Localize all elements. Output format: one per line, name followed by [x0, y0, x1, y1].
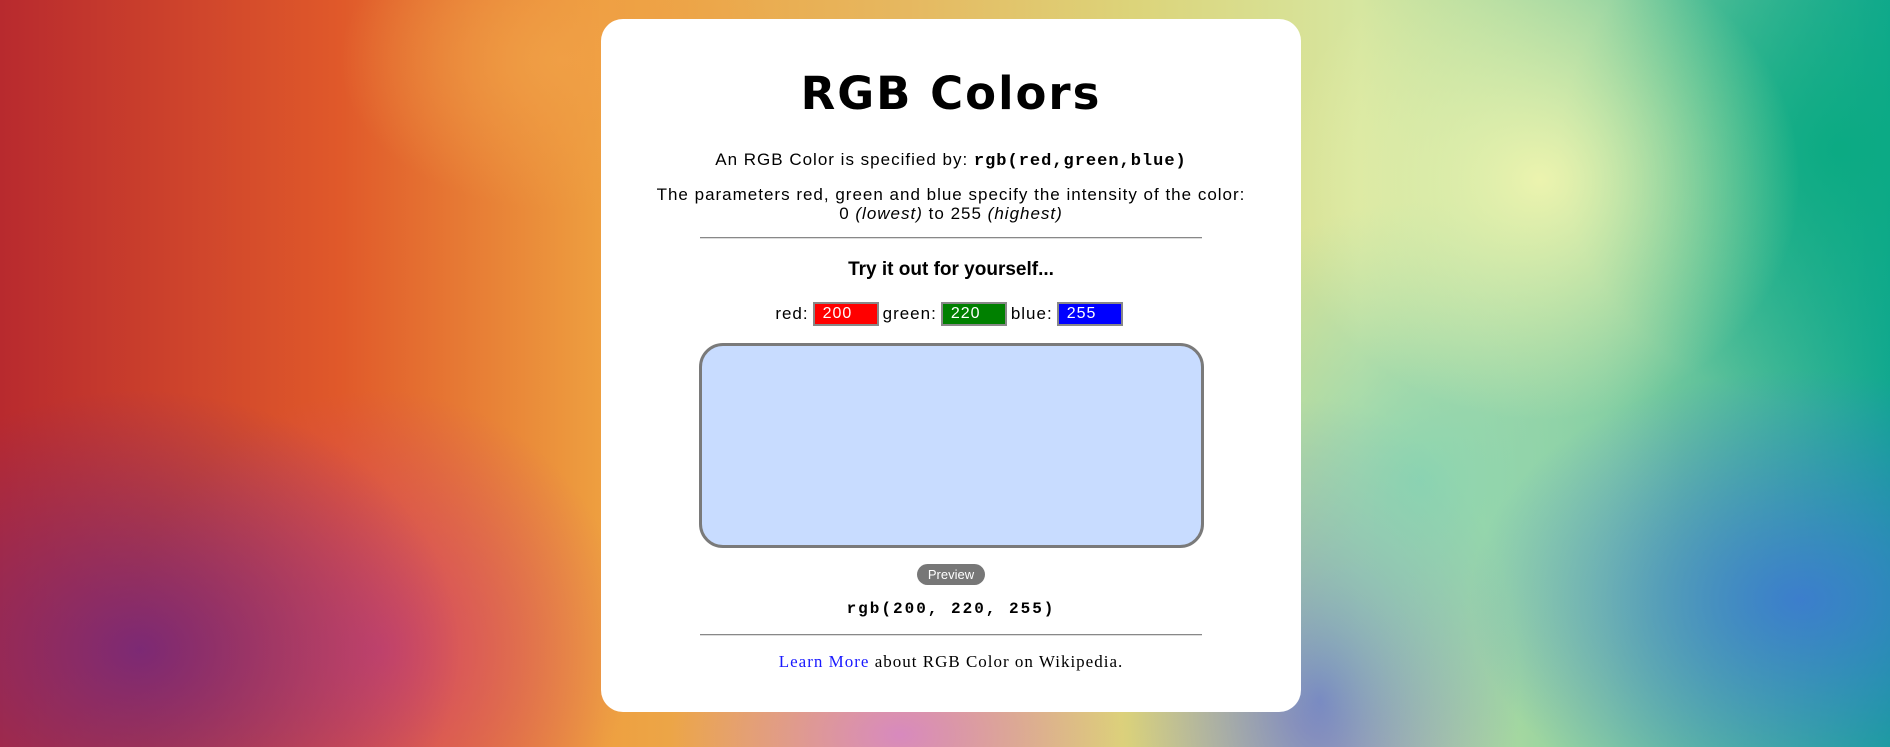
params-line1: The parameters red, green and blue speci…	[656, 185, 1246, 204]
main-card: RGB Colors An RGB Color is specified by:…	[601, 19, 1301, 712]
divider-top	[700, 237, 1202, 239]
high-value: 255	[950, 204, 982, 223]
params-text: The parameters red, green and blue speci…	[601, 185, 1301, 223]
intro-code: rgb(red,green,blue)	[973, 152, 1187, 171]
intro-prefix: An RGB Color is specified by:	[715, 150, 969, 169]
blue-input[interactable]	[1056, 302, 1123, 326]
rgb-controls: red: green: blue:	[601, 301, 1301, 327]
divider-bottom	[700, 634, 1202, 636]
preview-button[interactable]: Preview	[917, 564, 985, 585]
footer-suffix: about RGB Color on Wikipedia.	[874, 652, 1124, 671]
tryit-heading: Try it out for yourself...	[848, 259, 1054, 280]
range-to: to	[928, 204, 945, 223]
low-label: (lowest)	[855, 204, 923, 223]
high-label: (highest)	[987, 204, 1063, 223]
red-input[interactable]	[812, 302, 879, 326]
footer-text: Learn More about RGB Color on Wikipedia.	[601, 652, 1301, 672]
green-label: green:	[882, 304, 937, 323]
color-preview-box	[699, 343, 1204, 548]
rgb-output-text: rgb(200, 220, 255)	[846, 600, 1056, 618]
page-title: RGB Colors	[800, 67, 1102, 120]
intro-text: An RGB Color is specified by: rgb(red,gr…	[601, 150, 1301, 172]
green-input[interactable]	[940, 302, 1007, 326]
low-value: 0	[839, 204, 850, 223]
red-label: red:	[775, 304, 809, 323]
blue-label: blue:	[1010, 304, 1053, 323]
params-line2: 0 (lowest) to 255 (highest)	[601, 204, 1301, 223]
learn-more-link[interactable]: Learn More	[779, 652, 870, 671]
